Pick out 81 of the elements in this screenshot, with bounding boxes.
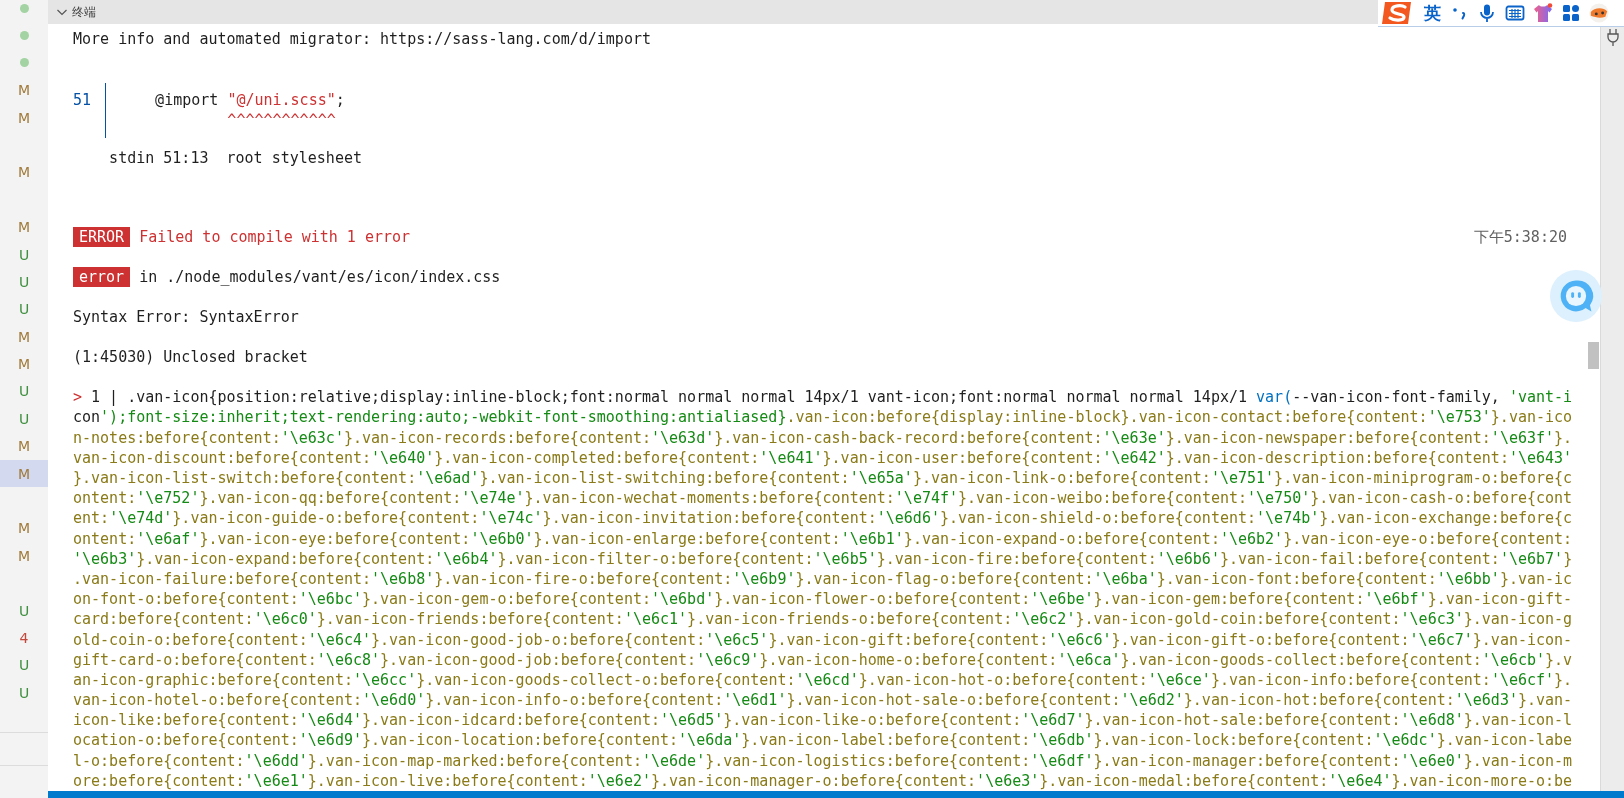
plug-icon[interactable] (1606, 28, 1619, 46)
status-letter: M (17, 355, 31, 374)
timestamp: 下午5:38:20 (1473, 227, 1567, 248)
scrollbar-thumb[interactable] (1588, 342, 1599, 369)
status-letter: M (17, 437, 31, 456)
code-line: n-notes:before{content:'\e63c'}.van-icon-records:before{content:'\e63d'}.van-icon-cash-back-record:before{content:'\e63e'}.van-icon-newspaper:before{content:'\e63f'}. (73, 428, 1573, 447)
status-letter: U (18, 683, 30, 702)
file-row[interactable]: M (0, 213, 48, 241)
file-row[interactable]: U (0, 268, 48, 296)
error-badge: error (73, 267, 131, 288)
file-row[interactable]: M (0, 514, 48, 543)
status-letter: 4 (19, 629, 29, 647)
file-row[interactable]: M (0, 76, 48, 104)
code-line: van-icon-hotel-o:before{content:'\e6d0'}.van-icon-info-o:before{content:'\e6d1'}.van-icon-hot-sale-o:before{content:'\e6d2'}.van-icon-hot:before{content:'\e6d3'}.van- (73, 691, 1573, 710)
status-letter: U (18, 272, 30, 291)
code-line: old-coin-o:before{content:'\e6c4'}.van-icon-good-job-o:before{content:'\e6c5'}.van-icon-gift:before{content:'\e6c6'}.van-icon-gift-o:before{content:'\e6c7'}.van-icon- (73, 630, 1573, 649)
status-letter: M (17, 218, 31, 237)
status-letter: M (17, 327, 31, 346)
file-row[interactable]: M (0, 432, 48, 460)
status-letter: U (18, 656, 30, 675)
error-marker: ^^^^^^^^^^^^ (227, 111, 336, 129)
code-line: @import "@/uni.scss"; (154, 90, 345, 110)
file-row[interactable]: 4 (0, 624, 48, 652)
mascot-icon[interactable] (1589, 3, 1609, 23)
line-number: 51 (73, 90, 93, 110)
status-letter: M (17, 108, 31, 127)
panel-title[interactable]: 终端 (72, 3, 96, 21)
language-toggle[interactable]: 英 (1424, 2, 1441, 24)
status-letter: U (18, 382, 30, 401)
file-row[interactable]: U (0, 295, 48, 323)
terminal-line: More info and automated migrator: https://sass-lang.com/d/import (73, 29, 651, 49)
file-row[interactable]: U (0, 377, 48, 406)
code-line: ore:before{content:'\e6e1'}.van-icon-live:before{content:'\e6e2'}.van-icon-manager-o:before{content:'\e6e3'}.van-icon-medal:before{content:'\e6e4'}.van-icon-more-o:be (73, 771, 1573, 790)
status-letter: M (17, 163, 31, 182)
status-letter: U (18, 601, 30, 620)
status-letter: U (18, 300, 30, 319)
file-row[interactable]: U (0, 651, 48, 680)
apps-grid-icon[interactable] (1561, 3, 1581, 23)
status-letter: U (18, 245, 30, 264)
file-row[interactable]: U (0, 240, 48, 269)
code-line: .van-icon-failure:before{content:'\e6b8'}.van-icon-fire-o:before{content:'\e6b9'}.van-icon-flag-o:before{content:'\e6ba'}.van-icon-font:before{content:'\e6bb'}.van-ic (73, 569, 1573, 588)
error-message: in ./node_modules/vant/es/icon/index.css (139, 267, 501, 288)
code-line: ontent:'\e752'}.van-icon-qq:before{content:'\e74e'}.van-icon-wechat-moments:before{content:'\e74f'}.van-icon-weibo:before{content:'\e750'}.van-icon-cash-o:before{cont (73, 489, 1573, 508)
keyboard-icon[interactable] (1505, 3, 1525, 23)
file-row[interactable]: M (0, 323, 48, 351)
line-number: 1 | (90, 388, 120, 407)
error-message: Failed to compile with 1 error (139, 227, 411, 248)
code-line: .van-icon{position:relative;display:inline-block;font:normal normal normal 14px/1 vant-icon;font:normal normal normal 14px/1 var(--van-icon-font-family, 'vant-i (127, 388, 1573, 407)
code-line: ocation-o:before{content:'\e6d9'}.van-icon-location:before{content:'\e6da'}.van-icon-label:before{content:'\e6db'}.van-icon-lock:before{content:'\e6dc'}.van-icon-labe (73, 731, 1573, 750)
file-row[interactable]: M (0, 542, 48, 570)
status-letter: M (17, 546, 31, 565)
status-letter: M (17, 81, 31, 100)
file-row[interactable]: U (0, 679, 48, 707)
code-line: con');font-size:inherit;text-rendering:auto;-webkit-font-smoothing:antialiased}.van-icon:before{display:inline-block}.van-icon-contact:before{content:'\e753'}.van-ico (73, 408, 1573, 427)
code-line: }.van-icon-list-switch:before{content:'\e6ad'}.van-icon-list-switching:before{content:'\e65a'}.van-icon-link-o:before{content:'\e751'}.van-icon-miniprogram-o:before{c (73, 469, 1573, 487)
code-line: '\e6b3'}.van-icon-expand:before{content:'\e6b4'}.van-icon-filter-o:before{content:'\e6b5'}.van-icon-fire:before{content:'\e6b6'}.van-icon-fail:before{content:'\e6b7'} (73, 549, 1573, 568)
code-line: van-icon-discount:before{content:'\e640'}.van-icon-completed:before{content:'\e641'}.van-icon-user:before{content:'\e642'}.van-icon-description:before{content:'\e643' (73, 448, 1573, 467)
code-line: on-font-o:before{content:'\e6bc'}.van-icon-gem-o:before{content:'\e6bd'}.van-icon-flower-o:before{content:'\e6be'}.van-icon-gem:before{content:'\e6bf'}.van-icon-gift- (73, 590, 1573, 609)
terminal-line: (1:45030) Unclosed bracket (73, 347, 308, 368)
status-letter: M (17, 464, 31, 483)
code-line: ontent:'\e6af'}.van-icon-eye:before{content:'\e6b0'}.van-icon-enlarge:before{content:'\e6b1'}.van-icon-expand-o:before{content:'\e6b2'}.van-icon-eye-o:before{content: (73, 529, 1573, 548)
error-badge: ERROR (73, 227, 131, 248)
status-letter: U (18, 409, 30, 428)
file-row[interactable]: M (0, 103, 48, 132)
file-row[interactable]: M (0, 350, 48, 378)
shirt-icon[interactable] (1533, 3, 1553, 23)
status-letter: M (17, 519, 31, 538)
microphone-icon[interactable] (1477, 3, 1497, 23)
code-line: ent:'\e74d'}.van-icon-guide-o:before{content:'\e74c'}.van-icon-invitation:before{content:'\e6d6'}.van-icon-shield-o:before{content:'\e74b'}.van-icon-exchange:before{c (73, 509, 1573, 528)
code-line: icon-like:before{content:'\e6d4'}.van-icon-idcard:before{content:'\e6d5'}.van-icon-like-o:before{content:'\e6d7'}.van-icon-hot-sale:before{content:'\e6d8'}.van-icon-l (73, 711, 1573, 730)
terminal-line: Syntax Error: SyntaxError (73, 307, 299, 328)
code-line: an-icon-graphic:before{content:'\e6cc'}.van-icon-goods-collect-o:before{content:'\e6cd'}.van-icon-hot-o:before{content:'\e6ce'}.van-icon-info:before{content:'\e6cf'}. (73, 670, 1573, 689)
file-row[interactable]: M (0, 158, 48, 187)
code-line: gift-card-o:before{content:'\e6c8'}.van-icon-good-job:before{content:'\e6c9'}.van-icon-home-o:before{content:'\e6ca'}.van-icon-goods-collect:before{content:'\e6cb'}.v (73, 650, 1573, 669)
code-line: card:before{content:'\e6c0'}.van-icon-friends:before{content:'\e6c1'}.van-icon-friends-o:before{content:'\e6c2'}.van-icon-gold-coin:before{content:'\e6c3'}.van-icon-g (73, 610, 1573, 629)
line-pointer: > (73, 388, 83, 407)
code-line: l-o:before{content:'\e6dd'}.van-icon-map-marked:before{content:'\e6de'}.van-icon-logistics:before{content:'\e6df'}.van-icon-manager:before{content:'\e6e0'}.van-icon-m (73, 751, 1573, 770)
file-row[interactable]: U (0, 405, 48, 433)
error-location: stdin 51:13 root stylesheet (108, 148, 362, 169)
file-row[interactable]: U (0, 596, 48, 625)
file-row[interactable]: M (0, 459, 48, 488)
